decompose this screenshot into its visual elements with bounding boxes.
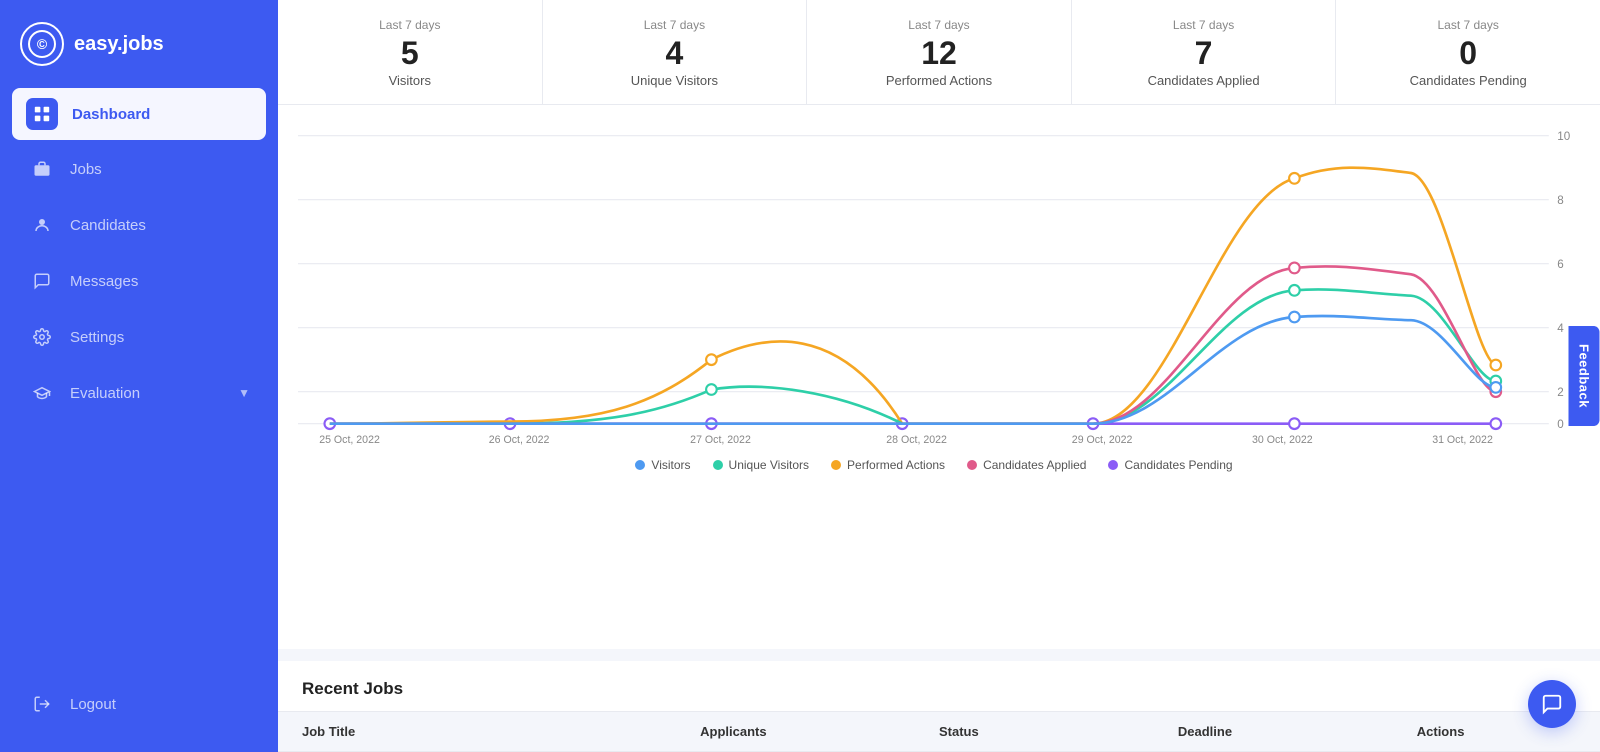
chat-fab-button[interactable] xyxy=(1528,680,1576,728)
stat-candidates-pending-period: Last 7 days xyxy=(1437,18,1498,32)
legend-performed-actions: Performed Actions xyxy=(831,458,945,472)
stat-candidates-applied-label: Candidates Applied xyxy=(1148,73,1260,88)
evaluation-icon xyxy=(28,379,56,407)
svg-text:26 Oct, 2022: 26 Oct, 2022 xyxy=(489,434,550,445)
stat-performed-actions-value: 12 xyxy=(921,36,957,71)
svg-text:10: 10 xyxy=(1557,130,1570,143)
svg-text:29 Oct, 2022: 29 Oct, 2022 xyxy=(1072,434,1133,445)
stat-candidates-pending-value: 0 xyxy=(1459,36,1477,71)
sidebar: © easy.jobs Dashboard Jobs Candidates xyxy=(0,0,278,752)
sidebar-item-evaluation[interactable]: Evaluation ▼ xyxy=(12,366,266,420)
col-applicants: Applicants xyxy=(700,724,939,739)
col-deadline: Deadline xyxy=(1178,724,1417,739)
recent-jobs-title: Recent Jobs xyxy=(278,661,1600,711)
stats-bar: Last 7 days 5 Visitors Last 7 days 4 Uni… xyxy=(278,0,1600,105)
sidebar-nav: Dashboard Jobs Candidates Messages xyxy=(0,88,278,664)
stat-performed-actions-label: Performed Actions xyxy=(886,73,992,88)
stat-candidates-applied-period: Last 7 days xyxy=(1173,18,1234,32)
sidebar-item-candidates[interactable]: Candidates xyxy=(12,198,266,252)
legend-candidates-pending-label: Candidates Pending xyxy=(1124,458,1232,472)
brand-name: easy.jobs xyxy=(74,33,164,56)
chart-legend: Visitors Unique Visitors Performed Actio… xyxy=(298,458,1570,472)
sidebar-item-evaluation-label: Evaluation xyxy=(70,385,140,402)
sidebar-item-settings[interactable]: Settings xyxy=(12,310,266,364)
recent-jobs-section: Recent Jobs Job Title Applicants Status … xyxy=(278,661,1600,752)
legend-candidates-applied: Candidates Applied xyxy=(967,458,1086,472)
sidebar-item-dashboard[interactable]: Dashboard xyxy=(12,88,266,140)
logout-label: Logout xyxy=(70,696,116,713)
chart-area: 10 8 6 4 2 0 25 Oct, 2022 26 Oct, 2022 2… xyxy=(278,105,1600,649)
svg-text:28 Oct, 2022: 28 Oct, 2022 xyxy=(886,434,947,445)
content-scroll: 10 8 6 4 2 0 25 Oct, 2022 26 Oct, 2022 2… xyxy=(278,105,1600,752)
chart-svg: 10 8 6 4 2 0 25 Oct, 2022 26 Oct, 2022 2… xyxy=(298,125,1570,445)
legend-candidates-pending-dot xyxy=(1108,460,1118,470)
stat-visitors-period: Last 7 days xyxy=(379,18,440,32)
stat-performed-actions-period: Last 7 days xyxy=(908,18,969,32)
svg-text:8: 8 xyxy=(1557,194,1563,207)
stat-visitors-value: 5 xyxy=(401,36,419,71)
svg-text:0: 0 xyxy=(1557,418,1564,431)
sidebar-item-candidates-label: Candidates xyxy=(70,217,146,234)
stat-unique-visitors: Last 7 days 4 Unique Visitors xyxy=(543,0,808,104)
sidebar-item-jobs[interactable]: Jobs xyxy=(12,142,266,196)
svg-text:27 Oct, 2022: 27 Oct, 2022 xyxy=(690,434,751,445)
col-status: Status xyxy=(939,724,1178,739)
stat-candidates-pending: Last 7 days 0 Candidates Pending xyxy=(1336,0,1600,104)
sidebar-logo: © easy.jobs xyxy=(0,0,278,88)
legend-performed-actions-label: Performed Actions xyxy=(847,458,945,472)
stat-candidates-applied-value: 7 xyxy=(1195,36,1213,71)
sidebar-item-messages-label: Messages xyxy=(70,273,138,290)
stat-performed-actions: Last 7 days 12 Performed Actions xyxy=(807,0,1072,104)
sidebar-bottom: Logout xyxy=(0,664,278,752)
legend-performed-actions-dot xyxy=(831,460,841,470)
settings-icon xyxy=(28,323,56,351)
feedback-tab[interactable]: Feedback xyxy=(1569,326,1600,426)
legend-unique-visitors-dot xyxy=(713,460,723,470)
svg-text:6: 6 xyxy=(1557,258,1563,271)
stat-candidates-pending-label: Candidates Pending xyxy=(1410,73,1527,88)
logout-icon xyxy=(28,690,56,718)
stat-unique-visitors-label: Unique Visitors xyxy=(631,73,718,88)
legend-candidates-applied-label: Candidates Applied xyxy=(983,458,1086,472)
messages-icon xyxy=(28,267,56,295)
dashboard-icon xyxy=(26,98,58,130)
stat-candidates-applied: Last 7 days 7 Candidates Applied xyxy=(1072,0,1337,104)
chevron-down-icon: ▼ xyxy=(238,386,250,400)
sidebar-item-jobs-label: Jobs xyxy=(70,161,102,178)
brand-logo-icon: © xyxy=(20,22,64,66)
legend-unique-visitors-label: Unique Visitors xyxy=(729,458,809,472)
legend-visitors-label: Visitors xyxy=(651,458,690,472)
svg-text:2: 2 xyxy=(1557,386,1563,399)
legend-visitors: Visitors xyxy=(635,458,690,472)
sidebar-item-messages[interactable]: Messages xyxy=(12,254,266,308)
legend-unique-visitors: Unique Visitors xyxy=(713,458,809,472)
sidebar-item-settings-label: Settings xyxy=(70,329,124,346)
col-job-title: Job Title xyxy=(302,724,700,739)
stat-unique-visitors-period: Last 7 days xyxy=(644,18,705,32)
chart-container: 10 8 6 4 2 0 25 Oct, 2022 26 Oct, 2022 2… xyxy=(298,125,1570,495)
svg-text:30 Oct, 2022: 30 Oct, 2022 xyxy=(1252,434,1313,445)
jobs-icon xyxy=(28,155,56,183)
logout-button[interactable]: Logout xyxy=(24,680,254,728)
main-content: Last 7 days 5 Visitors Last 7 days 4 Uni… xyxy=(278,0,1600,752)
legend-candidates-pending: Candidates Pending xyxy=(1108,458,1232,472)
stat-visitors: Last 7 days 5 Visitors xyxy=(278,0,543,104)
stat-visitors-label: Visitors xyxy=(389,73,431,88)
legend-candidates-applied-dot xyxy=(967,460,977,470)
svg-text:4: 4 xyxy=(1557,322,1564,335)
svg-text:31 Oct, 2022: 31 Oct, 2022 xyxy=(1432,434,1493,445)
legend-visitors-dot xyxy=(635,460,645,470)
stat-unique-visitors-value: 4 xyxy=(665,36,683,71)
table-header: Job Title Applicants Status Deadline Act… xyxy=(278,711,1600,752)
svg-text:25 Oct, 2022: 25 Oct, 2022 xyxy=(319,434,380,445)
sidebar-item-dashboard-label: Dashboard xyxy=(72,106,150,123)
candidates-icon xyxy=(28,211,56,239)
svg-text:©: © xyxy=(37,36,48,52)
